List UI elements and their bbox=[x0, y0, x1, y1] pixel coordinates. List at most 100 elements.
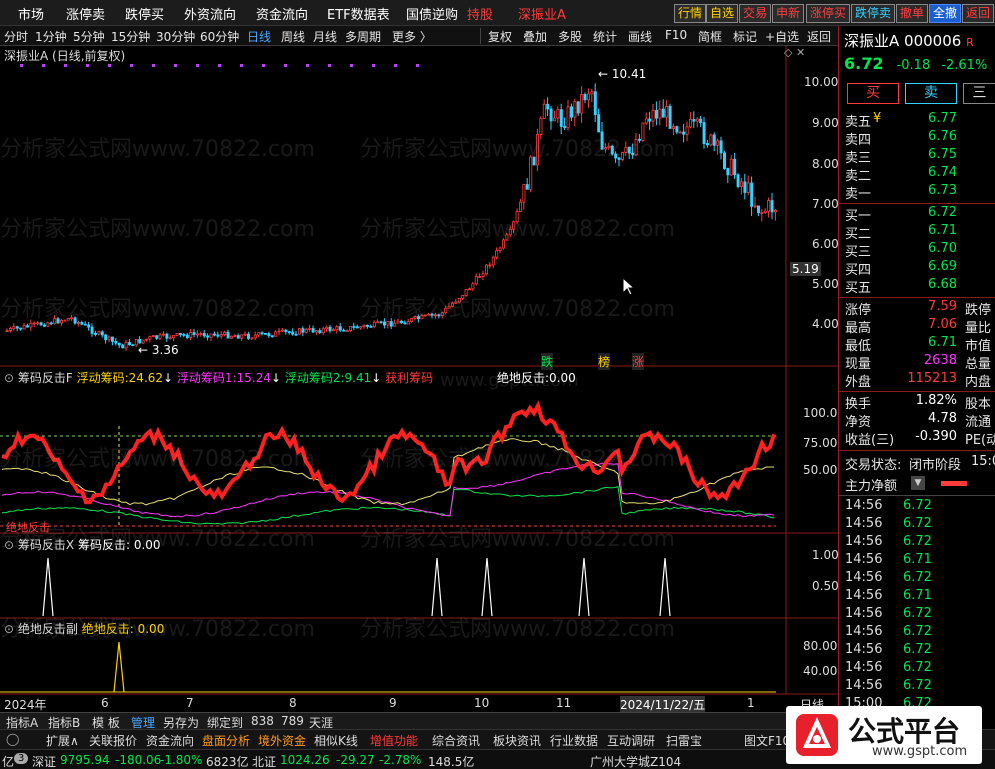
event-badge-list[interactable]: 榜 bbox=[598, 353, 611, 370]
tool-adjust[interactable]: 复权 bbox=[488, 28, 512, 45]
x-axis-cursor-date: 2024/11/22/五 bbox=[620, 696, 706, 713]
menu-button[interactable]: 三 bbox=[963, 83, 995, 104]
tool-draw[interactable]: 画线 bbox=[628, 28, 652, 45]
tool-statistics[interactable]: 统计 bbox=[593, 28, 617, 45]
signal-dot bbox=[240, 64, 243, 67]
period-30min[interactable]: 30分钟 bbox=[156, 28, 195, 45]
buy-button[interactable]: 买 bbox=[847, 83, 899, 104]
limit-up-buy-button[interactable]: 涨停买 bbox=[806, 4, 851, 23]
funcbar-toggle-icon[interactable]: ◯ bbox=[6, 732, 19, 746]
period-timeshare[interactable]: 分时 bbox=[4, 28, 28, 45]
candle-body bbox=[77, 322, 81, 324]
main-flow-row[interactable]: 主力净额 ▼ bbox=[845, 475, 995, 494]
tick-row: 14:56 6.71 bbox=[845, 552, 995, 570]
func-similar-kline[interactable]: 相似K线 bbox=[314, 732, 358, 749]
candle-body bbox=[689, 119, 693, 128]
chart-settings-icon[interactable]: ◇ ✕ bbox=[784, 46, 805, 59]
index2-name[interactable]: 北证 bbox=[252, 753, 276, 769]
period-more[interactable]: 更多 〉 bbox=[392, 28, 432, 45]
tool-add-watchlist[interactable]: +自选 bbox=[765, 28, 799, 45]
index2-change: -29.27 bbox=[336, 753, 375, 767]
tab-789[interactable]: 789 bbox=[281, 714, 304, 728]
candle-body bbox=[743, 181, 747, 193]
watermark-text: 分析家公式网www.70822.com bbox=[360, 217, 675, 242]
menu-etf-table[interactable]: ETF数据表 bbox=[327, 4, 390, 23]
candle-body bbox=[723, 152, 727, 169]
func-related-quote[interactable]: 关联报价 bbox=[89, 732, 137, 749]
back-button-top[interactable]: 返回 bbox=[962, 4, 995, 23]
func-value-added[interactable]: 增值功能 bbox=[370, 732, 418, 749]
func-foreign-capital[interactable]: 境外资金 bbox=[258, 732, 306, 749]
candle-body bbox=[386, 321, 390, 326]
collapse-icon[interactable]: ⊙ bbox=[4, 622, 14, 636]
period-multi[interactable]: 多周期 bbox=[345, 28, 381, 45]
status-badge[interactable]: 3 bbox=[14, 753, 29, 764]
collapse-icon[interactable]: ⊙ bbox=[4, 538, 14, 552]
event-badge-drop[interactable]: 跌 bbox=[541, 353, 554, 370]
current-stock-tag[interactable]: 深振业A bbox=[518, 4, 566, 23]
func-interaction[interactable]: 互动调研 bbox=[607, 732, 655, 749]
tool-multi-stock[interactable]: 多股 bbox=[558, 28, 582, 45]
watchlist-button[interactable]: 自选 bbox=[706, 4, 739, 23]
stat-row: 最高 7.06 量比 bbox=[845, 317, 995, 336]
tool-back[interactable]: 返回 bbox=[807, 28, 831, 45]
menu-limit-down-buy[interactable]: 跌停买 bbox=[125, 4, 164, 23]
candle-body bbox=[495, 250, 499, 258]
new-subscribe-button[interactable]: 申新 bbox=[772, 4, 805, 23]
tool-f10[interactable]: F10 bbox=[665, 28, 687, 42]
candle-body bbox=[573, 101, 577, 118]
cancel-all-button[interactable]: 全撤 bbox=[929, 4, 962, 23]
func-capital-flow[interactable]: 资金流向 bbox=[146, 732, 194, 749]
stat-right-label: 内盘 bbox=[965, 375, 992, 390]
candle-body bbox=[175, 333, 179, 336]
menu-limit-up-sell[interactable]: 涨停卖 bbox=[66, 4, 105, 23]
candle-body bbox=[478, 276, 482, 278]
menu-market[interactable]: 市场 bbox=[18, 4, 44, 23]
tick-row: 14:56 6.71 bbox=[845, 588, 995, 606]
period-monthly[interactable]: 月线 bbox=[313, 28, 337, 45]
func-expand[interactable]: 扩展∧ bbox=[46, 732, 79, 749]
period-daily[interactable]: 日线 bbox=[247, 28, 271, 45]
menu-holdings[interactable]: 持股 bbox=[467, 4, 493, 23]
menu-foreign-flow[interactable]: 外资流向 bbox=[184, 4, 236, 23]
tool-overlay[interactable]: 叠加 bbox=[523, 28, 547, 45]
menu-repo[interactable]: 国债逆购 bbox=[406, 4, 458, 23]
period-weekly[interactable]: 周线 bbox=[281, 28, 305, 45]
ind1-value-2: 9.41 bbox=[344, 371, 372, 385]
period-5min[interactable]: 5分钟 bbox=[73, 28, 105, 45]
func-f10-graphic[interactable]: 图文F10 bbox=[744, 732, 790, 749]
stat-value: 115213 bbox=[907, 371, 957, 386]
index2-amount: 148.5亿 bbox=[428, 755, 475, 769]
func-industry-data[interactable]: 行业数据 bbox=[550, 732, 598, 749]
quote-button[interactable]: 行情 bbox=[674, 4, 707, 23]
menu-capital-flow[interactable]: 资金流向 bbox=[256, 4, 308, 23]
candle-body bbox=[590, 91, 594, 95]
level-label: 买二 bbox=[845, 227, 872, 242]
func-sector-news[interactable]: 板块资讯 bbox=[493, 732, 541, 749]
level-label: 买五 bbox=[845, 281, 872, 296]
tool-simple-frame[interactable]: 简框 bbox=[698, 28, 722, 45]
indicator2-header[interactable]: ⊙ 筹码反击X 筹码反击: 0.00 bbox=[4, 536, 161, 553]
func-board-analysis[interactable]: 盘面分析 bbox=[202, 732, 250, 749]
trade-button[interactable]: 交易 bbox=[739, 4, 772, 23]
indicator3-header[interactable]: ⊙ 绝地反击副 绝地反击: 0.00 bbox=[4, 620, 164, 637]
tick-time: 14:56 bbox=[845, 516, 883, 531]
signal-dot bbox=[350, 64, 353, 67]
func-mine-sweeper[interactable]: 扫雷宝 bbox=[666, 732, 702, 749]
index1-name[interactable]: 深证 bbox=[32, 753, 56, 769]
indicator1-header[interactable]: ⊙ 筹码反击F 浮动筹码:24.62↓ 浮动筹码1:15.24↓ 浮动筹码2:9… bbox=[4, 369, 576, 386]
period-1min[interactable]: 1分钟 bbox=[35, 28, 67, 45]
cancel-order-button[interactable]: 撤单 bbox=[896, 4, 929, 23]
collapse-icon[interactable]: ⊙ bbox=[4, 371, 14, 385]
ind2-y-tick: 0.50 bbox=[812, 579, 839, 593]
sell-button[interactable]: 卖 bbox=[905, 83, 957, 104]
limit-down-sell-button[interactable]: 跌停卖 bbox=[851, 4, 896, 23]
dropdown-icon[interactable]: ▼ bbox=[911, 476, 925, 490]
period-60min[interactable]: 60分钟 bbox=[200, 28, 239, 45]
tab-838[interactable]: 838 bbox=[251, 714, 274, 728]
tool-mark[interactable]: 标记 bbox=[733, 28, 757, 45]
event-badge-rise[interactable]: 涨 bbox=[632, 353, 645, 370]
period-15min[interactable]: 15分钟 bbox=[111, 28, 150, 45]
func-news[interactable]: 综合资讯 bbox=[432, 732, 480, 749]
stat-row: 外盘 115213 内盘 bbox=[845, 371, 995, 390]
